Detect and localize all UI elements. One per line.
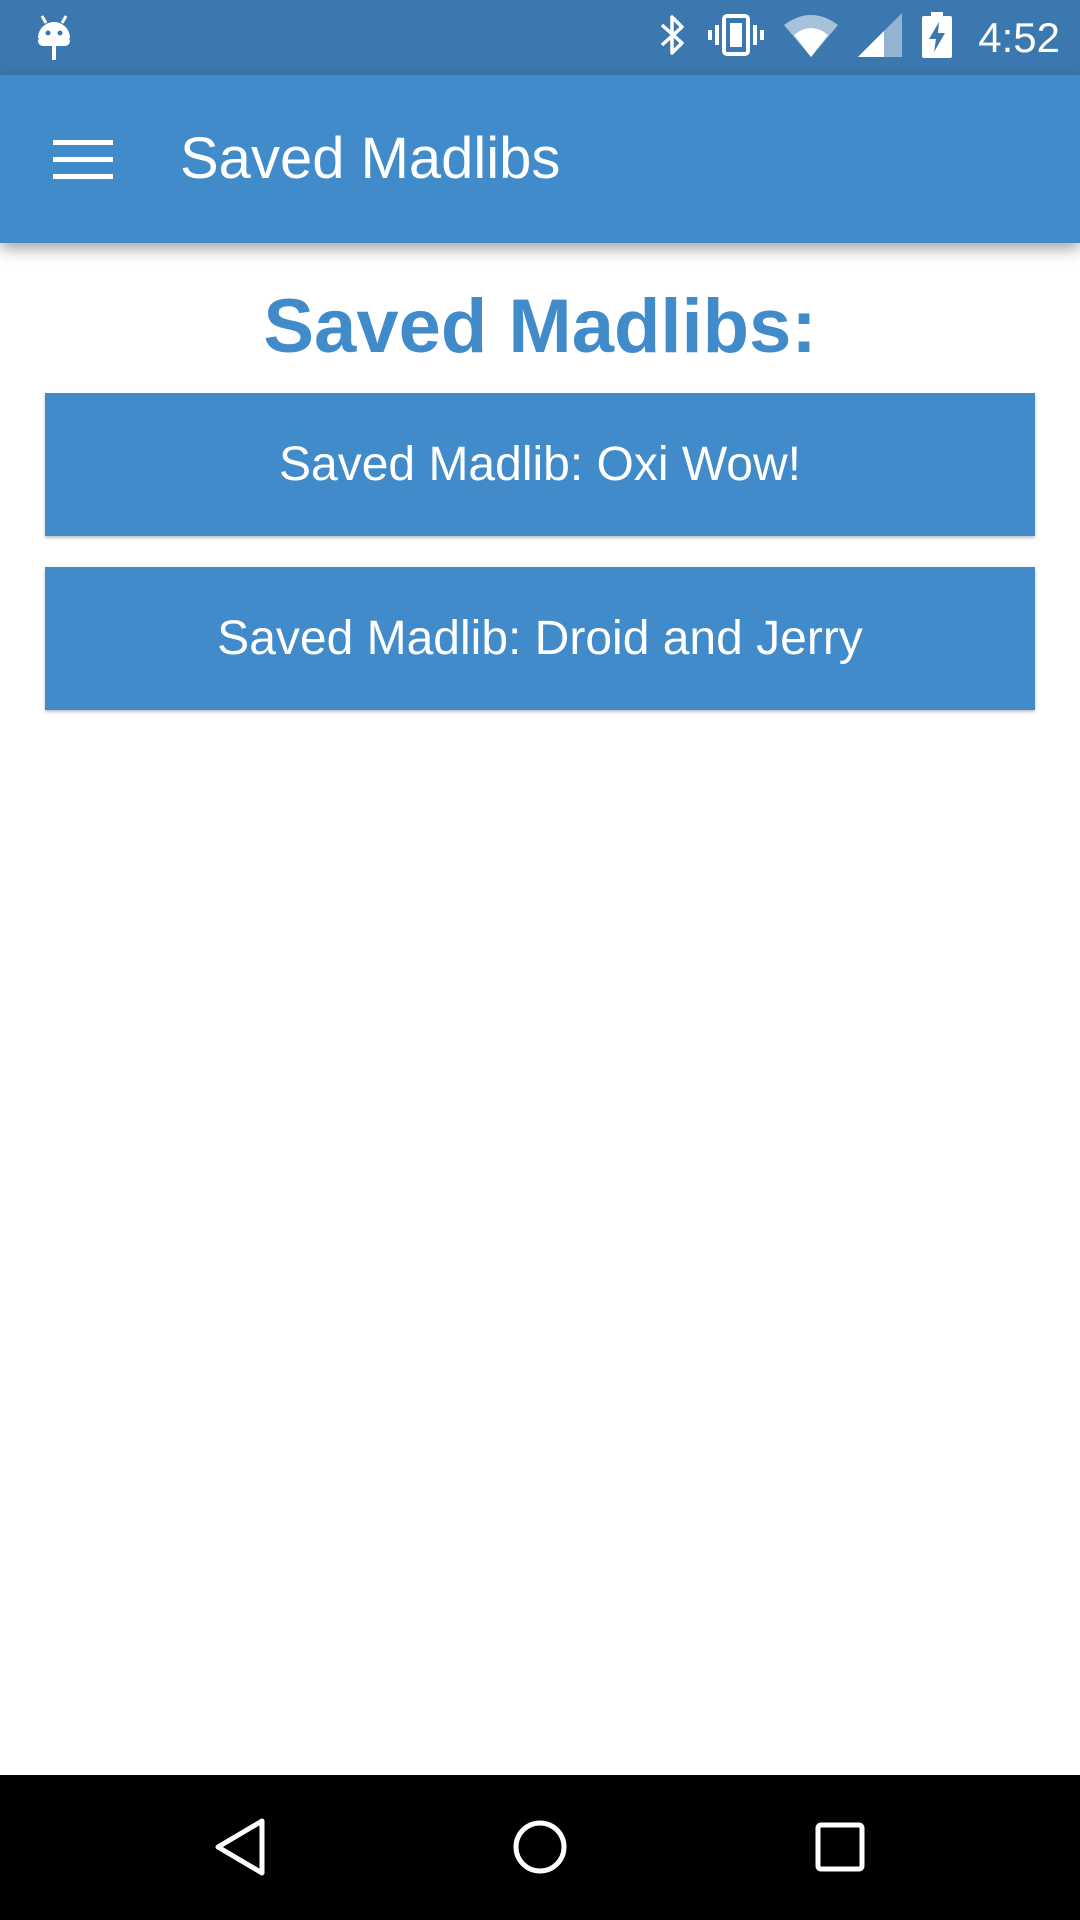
home-icon[interactable] [490, 1797, 590, 1897]
saved-madlib-button-droid-and-jerry[interactable]: Saved Madlib: Droid and Jerry [45, 567, 1035, 710]
page-heading: Saved Madlibs: [263, 284, 817, 369]
android-debug-icon [34, 14, 74, 62]
saved-madlib-button-oxi-wow[interactable]: Saved Madlib: Oxi Wow! [45, 393, 1035, 536]
main-content: Saved Madlibs: Saved Madlib: Oxi Wow! Sa… [0, 243, 1080, 1775]
app-bar: Saved Madlibs [0, 75, 1080, 243]
status-bar: 4:52 [0, 0, 1080, 75]
hamburger-menu-icon[interactable] [38, 119, 128, 199]
cell-signal-icon [858, 13, 903, 62]
back-icon[interactable] [190, 1797, 290, 1897]
vibrate-icon [708, 13, 765, 62]
system-nav-bar [0, 1775, 1080, 1920]
recents-icon[interactable] [790, 1797, 890, 1897]
bluetooth-icon [658, 13, 688, 62]
status-clock: 4:52 [978, 13, 1060, 61]
wifi-icon [784, 13, 839, 62]
battery-charging-icon [922, 12, 953, 63]
app-bar-title: Saved Madlibs [180, 126, 561, 191]
